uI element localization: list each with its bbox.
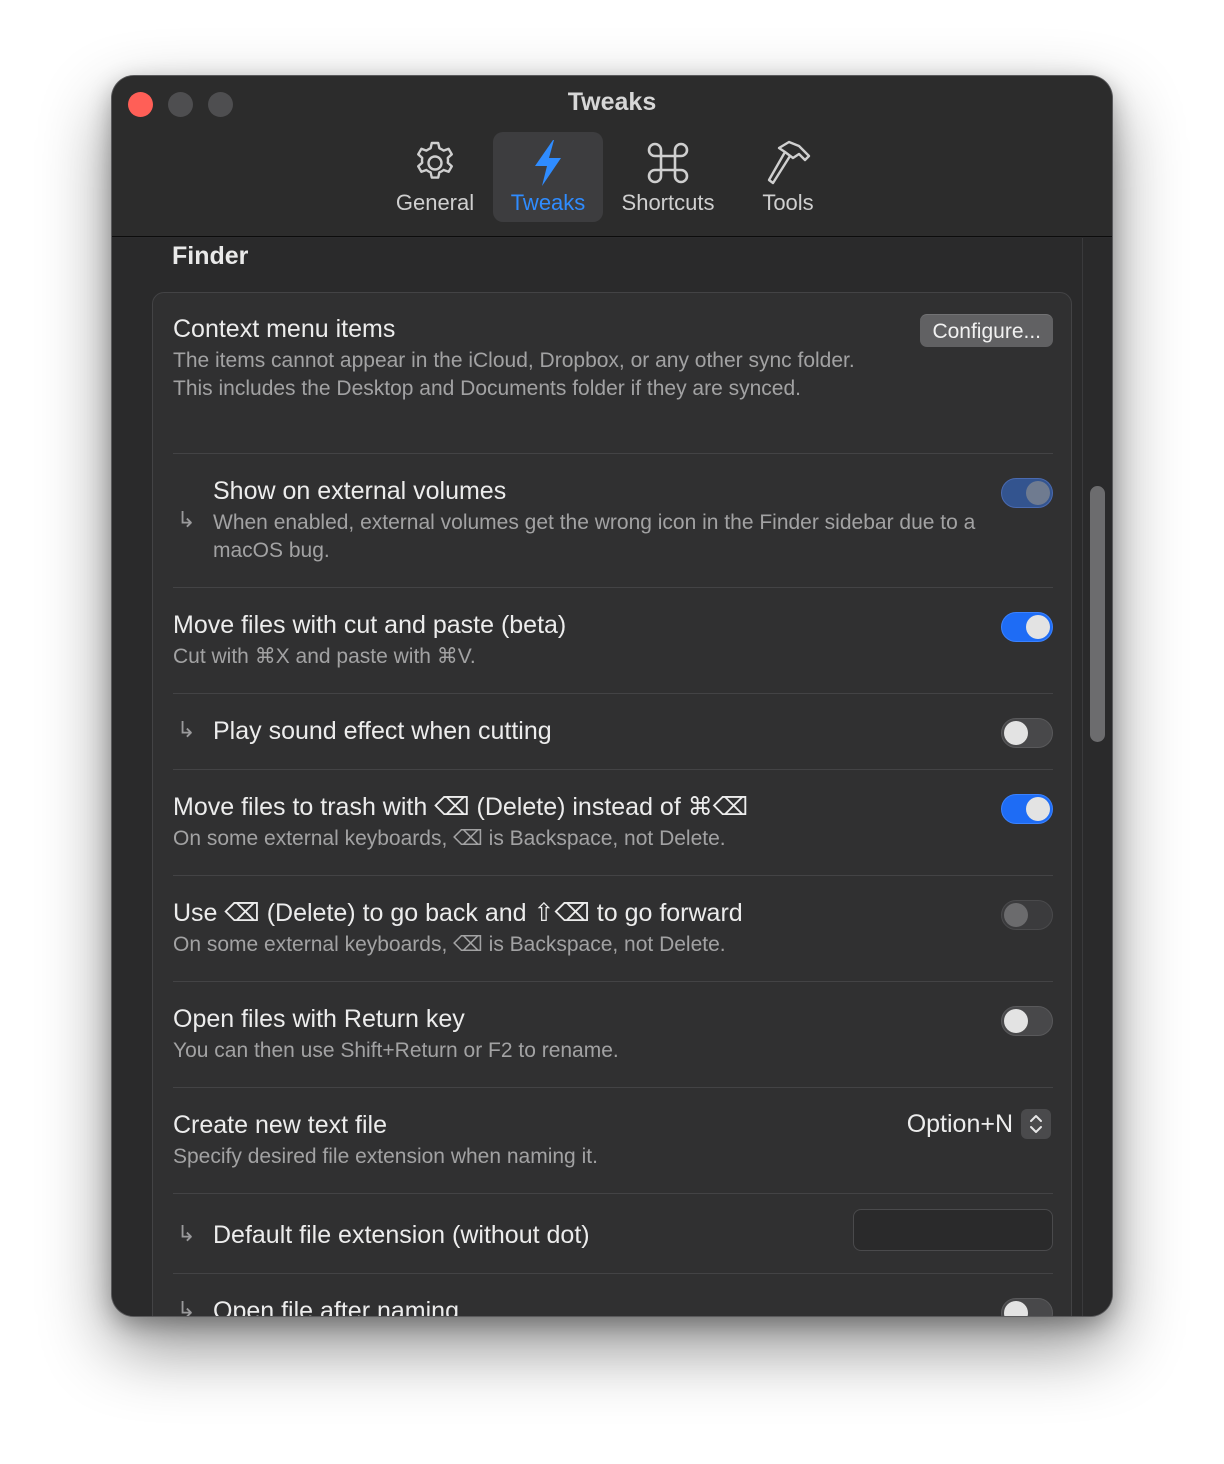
bolt-icon: [535, 140, 561, 186]
setting-title: Move files with cut and paste (beta): [173, 611, 567, 639]
settings-group: Context menu items The items cannot appe…: [152, 292, 1072, 1316]
sub-setting-arrow-icon: ↳: [177, 507, 196, 532]
setting-description: When enabled, external volumes get the w…: [213, 511, 976, 562]
tab-tweaks-label: Tweaks: [510, 190, 586, 215]
cut-paste-toggle[interactable]: [1001, 612, 1053, 642]
scrollbar-thumb[interactable]: [1090, 486, 1105, 742]
hammer-icon: [767, 140, 811, 185]
divider: [173, 453, 1053, 454]
setting-new-text-file: Create new text file Specify desired fil…: [173, 1109, 1053, 1171]
delete-back-toggle[interactable]: [1001, 900, 1053, 930]
sub-setting-arrow-icon: ↳: [177, 717, 196, 742]
divider: [173, 693, 1053, 694]
tab-general-label: General: [395, 190, 475, 215]
shortcut-value: Option+N: [906, 1109, 1013, 1138]
tab-shortcuts-label: Shortcuts: [621, 190, 715, 215]
divider: [173, 587, 1053, 588]
setting-title: Use ⌫ (Delete) to go back and ⇧⌫ to go f…: [173, 899, 743, 927]
divider: [173, 1273, 1053, 1274]
sound-effect-toggle[interactable]: [1001, 718, 1053, 748]
setting-external-volumes: ↳ Show on external volumes When enabled,…: [173, 475, 1053, 565]
setting-title: Play sound effect when cutting: [213, 717, 552, 745]
setting-description: Specify desired file extension when nami…: [173, 1145, 598, 1168]
setting-open-after-naming: ↳ Open file after naming: [173, 1295, 1053, 1316]
setting-sound-effect: ↳ Play sound effect when cutting: [173, 715, 1053, 748]
setting-trash-delete: Move files to trash with ⌫ (Delete) inst…: [173, 791, 1053, 853]
setting-title: Open file after naming: [213, 1297, 459, 1316]
tab-tools[interactable]: Tools: [740, 132, 836, 222]
setting-description: You can then use Shift+Return or F2 to r…: [173, 1039, 619, 1062]
tab-tools-label: Tools: [762, 190, 814, 215]
section-title: Finder: [172, 242, 249, 270]
sub-setting-arrow-icon: ↳: [177, 1297, 196, 1316]
setting-description: The items cannot appear in the iCloud, D…: [173, 349, 855, 400]
divider: [173, 875, 1053, 876]
setting-description: Cut with ⌘X and paste with ⌘V.: [173, 645, 476, 668]
setting-delete-back: Use ⌫ (Delete) to go back and ⇧⌫ to go f…: [173, 897, 1053, 959]
shortcut-popup[interactable]: Option+N: [907, 1109, 1051, 1139]
open-after-naming-toggle[interactable]: [1001, 1298, 1053, 1316]
titlebar: Tweaks General Tweaks Shortcuts Tools: [112, 76, 1112, 237]
divider: [173, 1087, 1053, 1088]
setting-description: On some external keyboards, ⌫ is Backspa…: [173, 933, 726, 956]
divider: [173, 769, 1053, 770]
sub-setting-arrow-icon: ↳: [177, 1221, 196, 1246]
tab-shortcuts[interactable]: Shortcuts: [612, 132, 724, 222]
chevron-up-down-icon: [1021, 1109, 1051, 1139]
return-open-toggle[interactable]: [1001, 1006, 1053, 1036]
default-extension-field[interactable]: [853, 1209, 1053, 1251]
setting-title: Move files to trash with ⌫ (Delete) inst…: [173, 793, 749, 821]
scrollbar-track[interactable]: [1082, 238, 1112, 1316]
configure-button[interactable]: Configure...: [920, 314, 1053, 347]
setting-title: Show on external volumes: [213, 477, 507, 505]
setting-default-extension: ↳ Default file extension (without dot): [173, 1209, 1053, 1257]
settings-scroll-area[interactable]: Finder Context menu items The items cann…: [112, 238, 1112, 1316]
setting-title: Open files with Return key: [173, 1005, 465, 1033]
tab-tweaks[interactable]: Tweaks: [493, 132, 603, 222]
divider: [173, 1193, 1053, 1194]
setting-description: On some external keyboards, ⌫ is Backspa…: [173, 827, 726, 850]
window-title: Tweaks: [567, 88, 657, 116]
command-icon: [647, 142, 689, 184]
setting-context-menu: Context menu items The items cannot appe…: [173, 313, 1053, 403]
trash-delete-toggle[interactable]: [1001, 794, 1053, 824]
preferences-window: Tweaks General Tweaks Shortcuts Tools Fi…: [112, 76, 1112, 1316]
setting-return-open: Open files with Return key You can then …: [173, 1003, 1053, 1065]
tab-general[interactable]: General: [388, 132, 482, 222]
setting-cut-paste: Move files with cut and paste (beta) Cut…: [173, 609, 1053, 671]
external-volumes-toggle[interactable]: [1001, 478, 1053, 508]
gear-icon: [417, 141, 453, 179]
divider: [173, 981, 1053, 982]
